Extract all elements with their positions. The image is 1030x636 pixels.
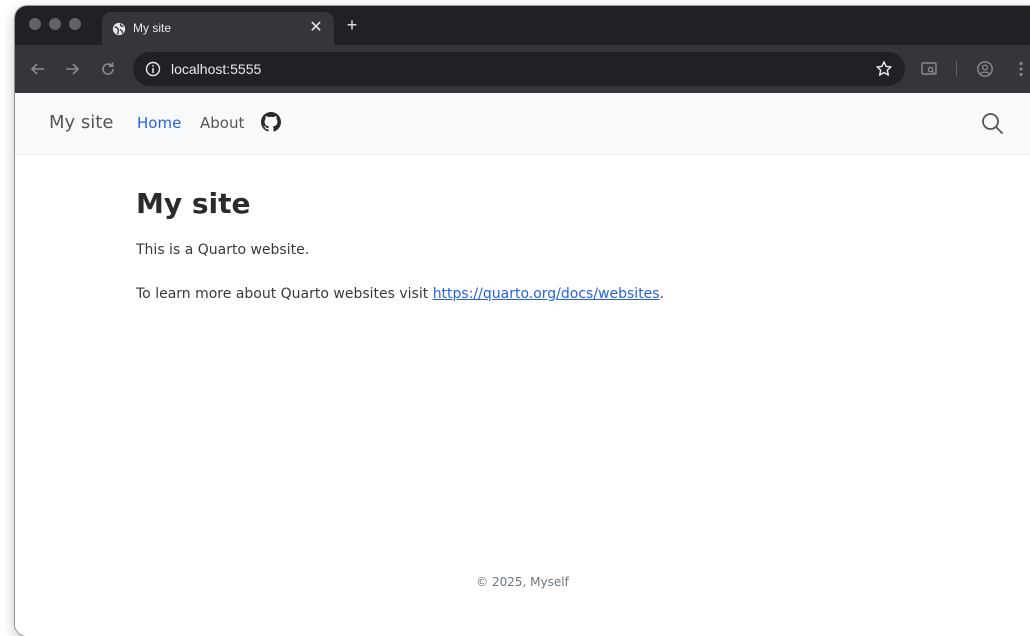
bookmark-star-icon[interactable] — [875, 60, 893, 78]
more-menu-icon[interactable] — [1012, 60, 1030, 78]
minimize-window-button[interactable] — [49, 18, 61, 30]
tab-strip: My site ✕ + — [15, 6, 1030, 45]
reading-mode-icon[interactable] — [920, 60, 938, 78]
browser-tab[interactable]: My site ✕ — [102, 12, 334, 45]
globe-icon — [112, 22, 126, 36]
web-page: My site Home About My site This is a Qua… — [15, 93, 1030, 636]
nav-link-home[interactable]: Home — [137, 114, 181, 132]
browser-window: My site ✕ + localhost:5555 My site Home … — [15, 6, 1030, 636]
learn-more-paragraph: To learn more about Quarto websites visi… — [136, 284, 664, 304]
learn-more-text: To learn more about Quarto websites visi… — [136, 286, 433, 302]
maximize-window-button[interactable] — [69, 18, 81, 30]
site-info-icon[interactable] — [145, 61, 161, 77]
tab-close-icon[interactable]: ✕ — [308, 20, 324, 36]
github-icon[interactable] — [261, 112, 281, 132]
toolbar-divider — [956, 61, 957, 77]
main-content: My site This is a Quarto website. To lea… — [136, 187, 936, 302]
site-brand-link[interactable]: My site — [49, 112, 113, 134]
site-navbar: My site Home About — [15, 93, 1030, 155]
back-arrow-icon[interactable] — [29, 60, 47, 78]
close-window-button[interactable] — [29, 18, 41, 30]
address-bar[interactable]: localhost:5555 — [133, 52, 905, 86]
profile-icon[interactable] — [976, 60, 994, 78]
intro-paragraph: This is a Quarto website. — [136, 242, 310, 258]
tab-title: My site — [133, 21, 172, 35]
reload-icon[interactable] — [99, 60, 117, 78]
search-icon[interactable] — [980, 111, 1004, 135]
forward-arrow-icon[interactable] — [63, 60, 81, 78]
new-tab-button[interactable]: + — [342, 15, 362, 35]
page-footer: © 2025, Myself — [476, 575, 569, 589]
browser-toolbar: localhost:5555 — [15, 45, 1030, 93]
url-text: localhost:5555 — [171, 61, 262, 77]
nav-link-about[interactable]: About — [200, 114, 244, 132]
quarto-docs-link[interactable]: https://quarto.org/docs/websites — [433, 286, 660, 302]
learn-more-period: . — [659, 286, 665, 302]
page-title: My site — [136, 187, 251, 220]
